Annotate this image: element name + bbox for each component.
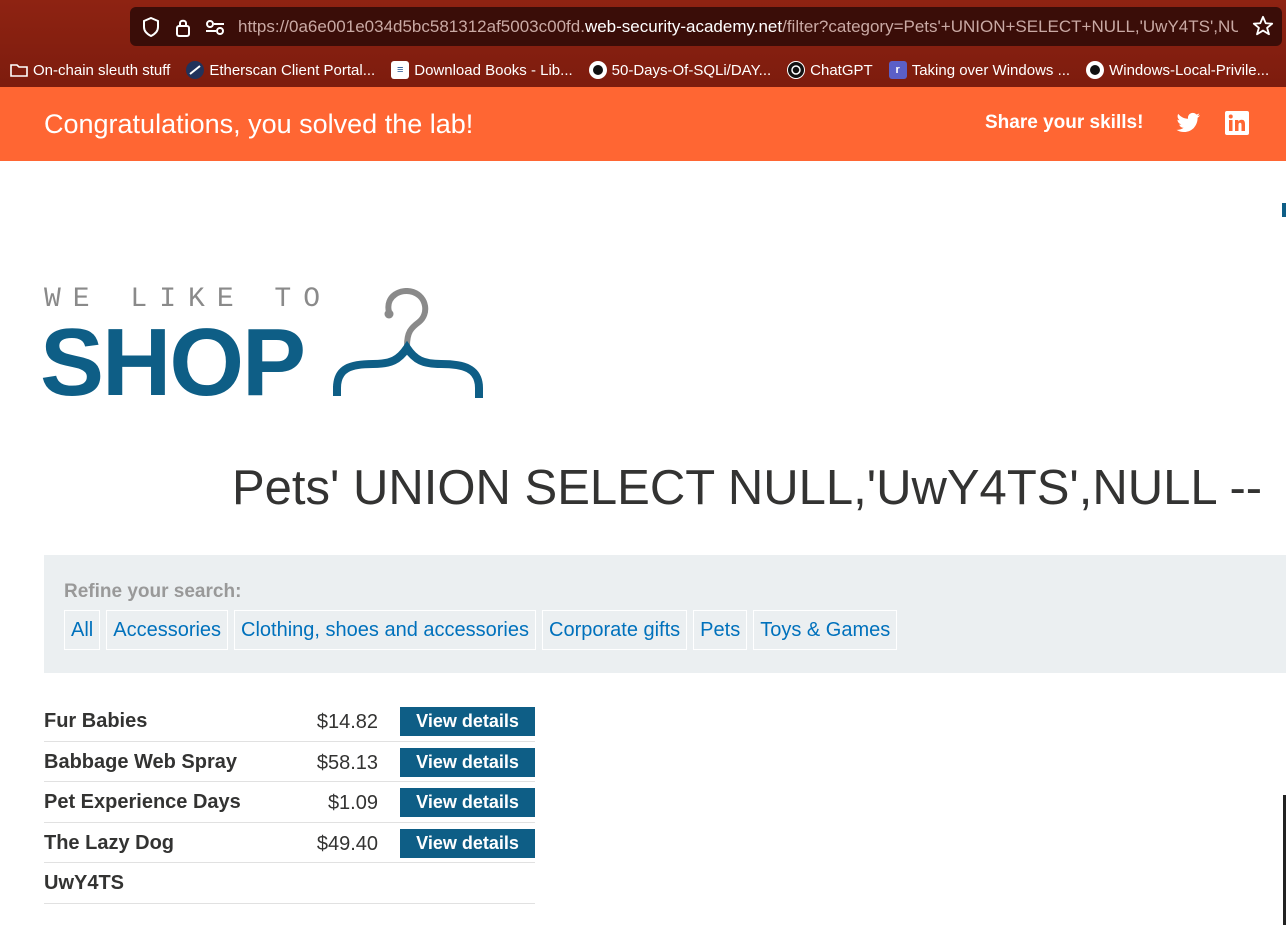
page-title: Pets' UNION SELECT NULL,'UwY4TS',NULL -- xyxy=(232,461,1263,515)
product-name: Babbage Web Spray xyxy=(44,750,238,773)
table-row: The Lazy Dog $49.40 View details xyxy=(44,823,535,863)
shield-icon[interactable] xyxy=(140,16,162,38)
filter-panel: Refine your search: All Accessories Clot… xyxy=(44,555,1286,673)
product-name: Fur Babies xyxy=(44,710,148,732)
bookmark-label: Etherscan Client Portal... xyxy=(209,61,376,79)
solved-banner: Congratulations, you solved the lab! Sha… xyxy=(0,87,1286,161)
bookmark-site-icon: r xyxy=(888,61,907,79)
bookmarks-bar: On-chain sleuth stuff Etherscan Client P… xyxy=(0,54,1286,86)
category-link-toys-games[interactable]: Toys & Games xyxy=(753,610,898,650)
category-link-pets[interactable]: Pets xyxy=(693,610,748,650)
chatgpt-icon xyxy=(787,61,806,79)
product-name: Pet Experience Days xyxy=(44,791,241,813)
category-link-accessories[interactable]: Accessories xyxy=(106,610,229,650)
category-link-all[interactable]: All xyxy=(64,610,101,650)
share-label: Share your skills! xyxy=(985,112,1144,133)
category-link-corporate-gifts[interactable]: Corporate gifts xyxy=(542,610,688,650)
bookmark-item[interactable]: ≡ Download Books - Lib... xyxy=(391,61,573,79)
refine-label: Refine your search: xyxy=(64,581,242,602)
url-suffix: /filter?category=Pets'+UNION+SELECT+NULL… xyxy=(782,16,1238,36)
etherscan-icon xyxy=(186,61,205,79)
bookmark-item[interactable]: ChatGPT xyxy=(787,61,873,79)
bookmark-item[interactable]: r Taking over Windows ... xyxy=(888,61,1071,79)
bookmark-item[interactable]: On-chain sleuth stuff xyxy=(10,61,170,79)
view-details-button[interactable]: View details xyxy=(400,747,535,777)
linkedin-icon[interactable] xyxy=(1225,111,1249,140)
folder-icon xyxy=(10,61,28,79)
address-bar[interactable]: https://0a6e001e034d5bc581312af5003c00fd… xyxy=(130,7,1282,46)
star-icon[interactable] xyxy=(1252,15,1274,42)
banner-message: Congratulations, you solved the lab! xyxy=(44,109,474,139)
logo-wordmark: SHOP xyxy=(40,309,306,416)
product-price: $58.13 xyxy=(316,751,378,774)
browser-chrome: https://0a6e001e034d5bc581312af5003c00fd… xyxy=(0,0,1286,87)
product-name: UwY4TS xyxy=(44,872,125,894)
bookmark-label: 50-Days-Of-SQLi/DAY... xyxy=(611,61,772,79)
view-details-button[interactable]: View details xyxy=(400,828,535,858)
bookmark-label: Taking over Windows ... xyxy=(911,61,1071,79)
github-icon xyxy=(1086,61,1105,79)
bookmark-item[interactable]: 50-Days-Of-SQLi/DAY... xyxy=(588,61,772,79)
category-link-clothing[interactable]: Clothing, shoes and accessories xyxy=(234,610,536,650)
view-details-button[interactable]: View details xyxy=(400,788,535,817)
twitter-icon[interactable] xyxy=(1176,112,1201,139)
bookmark-label: On-chain sleuth stuff xyxy=(33,61,171,79)
product-price: $14.82 xyxy=(316,711,378,733)
hanger-icon xyxy=(333,288,483,405)
table-row: Pet Experience Days $1.09 View details xyxy=(44,782,535,823)
github-icon xyxy=(588,61,607,79)
view-details-button[interactable]: View details xyxy=(400,707,535,736)
bookmark-label: Download Books - Lib... xyxy=(414,61,573,79)
permissions-icon[interactable] xyxy=(204,16,226,38)
lock-icon[interactable] xyxy=(172,16,194,38)
url-prefix: https://0a6e001e034d5bc581312af5003c00fd… xyxy=(238,16,585,36)
product-price: $49.40 xyxy=(316,832,378,855)
url-text[interactable]: https://0a6e001e034d5bc581312af5003c00fd… xyxy=(238,17,1238,37)
bookmark-label: ChatGPT xyxy=(810,61,873,79)
bookmark-label: Windows-Local-Privile... xyxy=(1109,61,1270,79)
edge-fragment xyxy=(1282,203,1286,217)
url-host: web-security-academy.net xyxy=(584,16,783,36)
table-row: Fur Babies $14.82 View details xyxy=(44,701,535,742)
table-row: Babbage Web Spray $58.13 View details xyxy=(44,742,535,782)
product-name: The Lazy Dog xyxy=(44,831,175,854)
library-icon: ≡ xyxy=(391,61,410,79)
category-list: All Accessories Clothing, shoes and acce… xyxy=(64,610,903,650)
bookmark-item[interactable]: Windows-Local-Privile... xyxy=(1086,61,1269,79)
bookmark-item[interactable]: Etherscan Client Portal... xyxy=(186,61,375,79)
table-row: UwY4TS xyxy=(44,863,535,904)
product-price: $1.09 xyxy=(327,792,378,814)
product-table: Fur Babies $14.82 View details Babbage W… xyxy=(44,701,535,904)
